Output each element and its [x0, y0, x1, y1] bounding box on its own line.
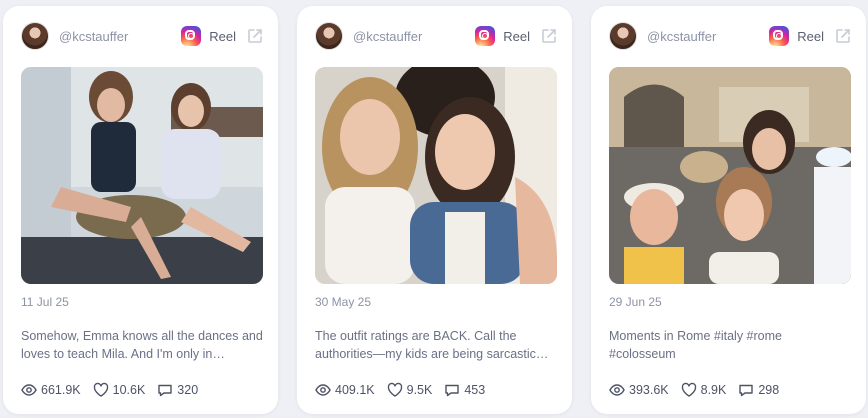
comments-count: 320 [177, 383, 199, 397]
avatar [609, 22, 637, 50]
thumbnail-image [21, 67, 263, 284]
post-date: 11 Jul 25 [21, 295, 69, 309]
post-caption: The outfit ratings are BACK. Call the au… [315, 329, 549, 361]
thumbnail-image [315, 67, 557, 284]
card-header: @kcstauffer Reel [315, 20, 558, 52]
post-stats: 661.9K 10.6K 320 [21, 382, 210, 398]
views-stat: 409.1K [315, 382, 375, 398]
heart-icon [681, 382, 696, 397]
post-stats: 393.6K 8.9K 298 [609, 382, 791, 398]
heart-icon [93, 382, 108, 397]
views-count: 661.9K [41, 383, 81, 397]
likes-stat: 8.9K [681, 382, 727, 398]
views-stat: 661.9K [21, 382, 81, 398]
heart-icon [387, 382, 402, 397]
avatar [21, 22, 49, 50]
card-header: @kcstauffer Reel [21, 20, 264, 52]
username[interactable]: @kcstauffer [647, 29, 769, 44]
comments-count: 298 [758, 383, 780, 397]
instagram-icon [181, 26, 202, 46]
instagram-icon [475, 26, 496, 46]
post-thumbnail[interactable] [315, 67, 557, 284]
username[interactable]: @kcstauffer [353, 29, 475, 44]
post-date: 30 May 25 [315, 295, 372, 309]
thumbnail-image [609, 67, 851, 284]
comments-stat: 453 [444, 382, 485, 398]
comments-count: 453 [464, 383, 486, 397]
post-card[interactable]: @kcstauffer Reel 29 Jun 25 Moments in Ro… [591, 6, 866, 414]
external-link-icon[interactable] [246, 27, 264, 45]
external-link-icon[interactable] [540, 27, 558, 45]
comments-stat: 298 [738, 382, 779, 398]
post-stats: 409.1K 9.5K 453 [315, 382, 497, 398]
eye-icon [315, 384, 331, 396]
likes-stat: 10.6K [93, 382, 146, 398]
post-type-label: Reel [503, 28, 530, 44]
post-type-label: Reel [797, 28, 824, 44]
comment-icon [158, 384, 172, 397]
eye-icon [609, 384, 625, 396]
post-caption: Moments in Rome #italy #rome #colosseum [609, 329, 782, 361]
views-count: 393.6K [629, 383, 669, 397]
post-thumbnail[interactable] [21, 67, 263, 284]
likes-stat: 9.5K [387, 382, 433, 398]
post-card[interactable]: @kcstauffer Reel 11 Jul 25 Somehow, Emma… [3, 6, 278, 414]
eye-icon [21, 384, 37, 396]
likes-count: 8.9K [700, 383, 727, 397]
avatar [315, 22, 343, 50]
card-header: @kcstauffer Reel [609, 20, 852, 52]
post-date: 29 Jun 25 [609, 295, 662, 309]
external-link-icon[interactable] [834, 27, 852, 45]
comment-icon [739, 384, 754, 397]
instagram-icon [769, 26, 790, 46]
post-card[interactable]: @kcstauffer Reel 30 May 25 The outfit ra… [297, 6, 572, 414]
likes-count: 9.5K [406, 383, 433, 397]
post-thumbnail[interactable] [609, 67, 851, 284]
post-caption: Somehow, Emma knows all the dances and l… [21, 329, 263, 361]
comment-icon [445, 384, 460, 397]
comments-stat: 320 [157, 382, 198, 398]
likes-count: 10.6K [112, 383, 146, 397]
views-stat: 393.6K [609, 382, 669, 398]
post-type-label: Reel [209, 28, 236, 44]
username[interactable]: @kcstauffer [59, 29, 181, 44]
views-count: 409.1K [335, 383, 375, 397]
